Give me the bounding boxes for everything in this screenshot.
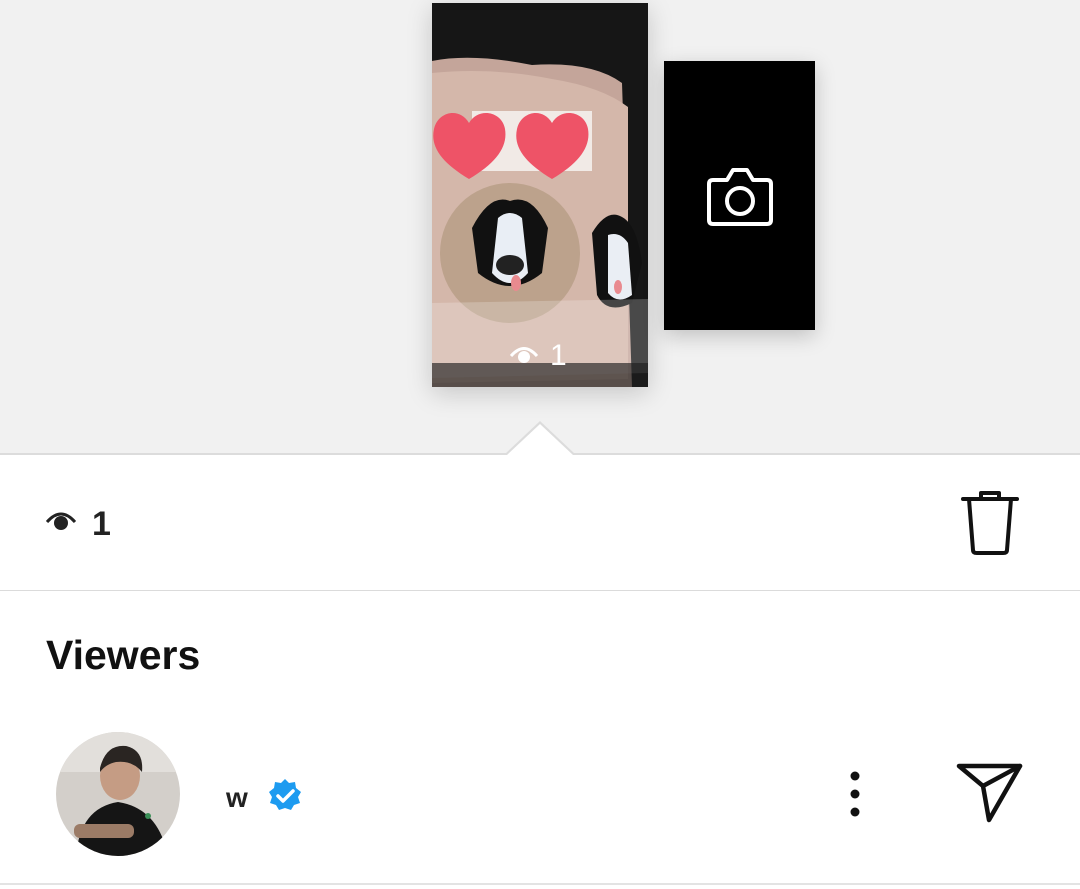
camera-icon [706, 167, 773, 226]
story-preview-area: 1 [0, 0, 1080, 454]
viewer-username[interactable]: w [226, 782, 248, 814]
trash-icon [961, 491, 1019, 555]
send-icon [956, 763, 1023, 823]
heart-eyes-sticker [433, 112, 589, 179]
verified-badge-icon [269, 779, 301, 810]
story-stats-row [0, 455, 1080, 591]
heart-icon [516, 112, 589, 179]
thumbnail-view-count: 1 [550, 339, 567, 372]
avatar[interactable] [56, 732, 180, 856]
delete-story-button[interactable] [960, 490, 1020, 561]
eye-icon [510, 347, 538, 363]
more-vertical-icon [850, 771, 860, 817]
viewer-options-button[interactable] [840, 770, 870, 823]
thumbnail-views: 1 [510, 339, 567, 373]
view-count: 1 [92, 505, 111, 543]
viewers-heading: Viewers [46, 632, 201, 678]
divider [0, 883, 1080, 885]
eye-icon [46, 512, 76, 530]
story-thumbnail[interactable]: 1 [432, 3, 648, 387]
send-message-button[interactable] [956, 762, 1024, 829]
heart-icon [433, 112, 506, 179]
selected-story-pointer [507, 424, 573, 455]
add-story-camera-tile[interactable] [664, 61, 815, 330]
viewer-avatar-image [56, 732, 180, 856]
